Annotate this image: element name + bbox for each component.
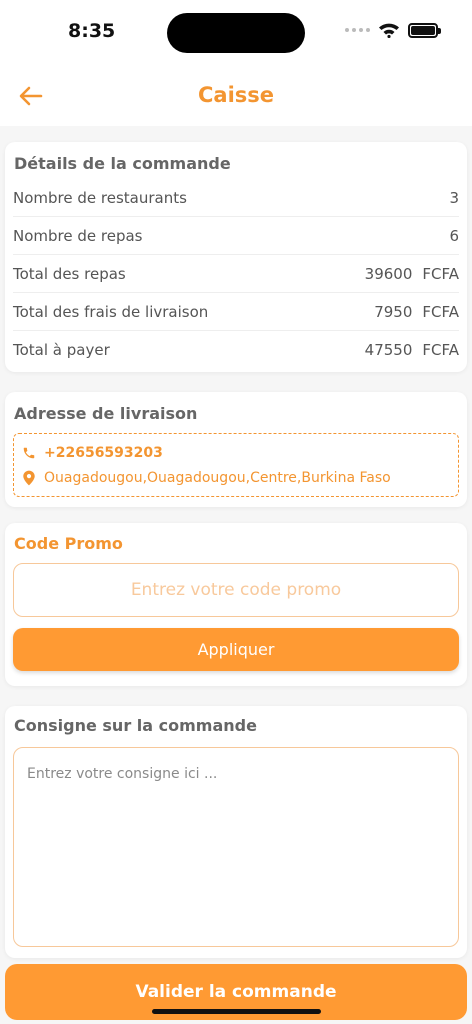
dynamic-island [167,13,305,53]
status-bar: 8:35 [0,0,472,64]
detail-value: 3 [449,188,459,207]
phone-icon [23,447,35,458]
detail-row: Total à payer 47550 FCFA [13,331,459,369]
detail-unit: FCFA [422,264,459,283]
detail-row: Nombre de repas 6 [13,217,459,255]
detail-row: Total des frais de livraison 7950 FCFA [13,293,459,331]
detail-label: Total des frais de livraison [13,302,209,321]
status-indicators [345,22,441,38]
order-instructions-input[interactable] [13,747,459,947]
home-indicator [152,1009,321,1014]
detail-value: 47550 [364,341,413,359]
apply-promo-button[interactable]: Appliquer [13,628,459,671]
promo-code-title: Code Promo [14,534,123,553]
delivery-address-card: Adresse de livraison +22656593203 Ouagad… [5,392,467,507]
status-time: 8:35 [68,20,116,42]
order-instructions-title: Consigne sur la commande [14,716,257,735]
detail-label: Nombre de repas [13,226,143,245]
detail-value: 6 [449,226,459,245]
detail-value: 39600 [364,264,413,283]
order-details-list: Nombre de restaurants 3 Nombre de repas … [5,179,467,369]
wifi-icon [379,23,399,38]
app-header: Caisse [0,64,472,126]
phone-number: +22656593203 [44,444,163,461]
delivery-address-title: Adresse de livraison [14,404,198,423]
detail-unit: FCFA [422,302,459,321]
promo-code-card: Code Promo Appliquer [5,523,467,686]
detail-label: Nombre de restaurants [13,188,187,207]
detail-label: Total à payer [13,341,110,359]
detail-label: Total des repas [13,264,126,283]
phone-line: +22656593203 [22,440,450,465]
order-instructions-card: Consigne sur la commande [5,706,467,958]
detail-row: Total des repas 39600 FCFA [13,255,459,293]
detail-unit: FCFA [422,341,459,359]
order-details-title: Détails de la commande [14,154,231,173]
detail-row: Nombre de restaurants 3 [13,179,459,217]
location-text: Ouagadougou,Ouagadougou,Centre,Burkina F… [44,469,391,486]
detail-value: 7950 [374,302,413,321]
page-title: Caisse [197,83,275,107]
battery-icon [408,22,441,38]
order-details-card: Détails de la commande Nombre de restaur… [5,142,467,372]
address-box[interactable]: +22656593203 Ouagadougou,Ouagadougou,Cen… [13,433,459,497]
location-pin-icon [23,470,35,485]
promo-code-input[interactable] [13,563,459,617]
signal-icon [345,28,370,32]
location-line: Ouagadougou,Ouagadougou,Centre,Burkina F… [22,465,450,490]
